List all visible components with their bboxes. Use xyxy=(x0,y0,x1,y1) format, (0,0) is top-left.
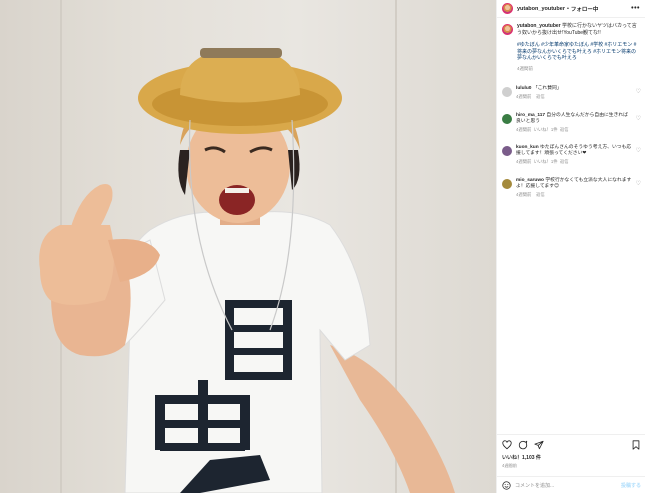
comment-username[interactable]: lululu0 xyxy=(516,86,531,91)
comment-time: 4週間前 xyxy=(516,127,532,133)
comment-username[interactable]: kuon_kun xyxy=(516,145,539,150)
comment-username[interactable]: hiro_ma_117 xyxy=(516,113,545,118)
separator-dot: • xyxy=(566,5,569,12)
caption-body: yutabon_youtuber 学校に行かないヤツはバカって言う奴いから抜け出… xyxy=(517,23,640,73)
comment-meta: 4週間前 返信 xyxy=(516,94,632,100)
avatar[interactable] xyxy=(502,146,512,156)
hat-band xyxy=(200,48,282,58)
comment-text: 「これ賛同」 xyxy=(532,86,562,91)
comment-like-icon[interactable]: ♡ xyxy=(636,147,641,154)
comment-meta: 4週間前 いいね！1件 返信 xyxy=(516,159,632,165)
comment-item: kuon_kun ゆたぼんさんのそうゆう考え方、いつも応援してます！頑張ってくだ… xyxy=(497,145,645,166)
post-sidebar: yutabon_youtuber • フォロー中 ••• yutabon_you… xyxy=(496,0,645,493)
likes-count[interactable]: いいね！1,103 件 xyxy=(502,454,641,461)
right-arm xyxy=(330,345,455,493)
post-date: 4週間前 xyxy=(502,463,517,468)
boy-illustration xyxy=(39,48,455,493)
header-username[interactable]: yutabon_youtuber xyxy=(517,6,565,12)
reply-button[interactable]: 返信 xyxy=(536,192,545,197)
comment-time: 4週間前 xyxy=(516,94,532,100)
comment-item: mio_saruwo 学校行かなくても立派な大人になれますよ！応援してます😊 4週… xyxy=(497,178,645,199)
post-comment-button[interactable]: 投稿する xyxy=(621,482,641,489)
comment-like-icon[interactable]: ♡ xyxy=(636,180,641,187)
avatar[interactable] xyxy=(502,114,512,124)
comment-body: lululu0 「これ賛同」 4週間前 返信 xyxy=(516,86,632,100)
caption-username[interactable]: yutabon_youtuber xyxy=(517,23,561,29)
reply-button[interactable]: 返信 xyxy=(560,127,569,132)
comment-body: mio_saruwo 学校行かなくても立派な大人になれますよ！応援してます😊 4週… xyxy=(516,178,632,199)
avatar[interactable] xyxy=(502,24,513,35)
comment-username[interactable]: mio_saruwo xyxy=(516,178,544,183)
share-icon[interactable] xyxy=(534,440,544,450)
reply-button[interactable]: 返信 xyxy=(536,94,545,99)
avatar[interactable] xyxy=(502,3,513,14)
comment-likes[interactable]: いいね！1件 xyxy=(534,127,558,132)
post-actions: いいね！1,103 件 4週間前 xyxy=(497,434,645,469)
more-options-icon[interactable]: ••• xyxy=(631,5,640,12)
caption-time: 4週間前 xyxy=(517,65,534,71)
avatar[interactable] xyxy=(502,87,512,97)
post-header: yutabon_youtuber • フォロー中 ••• xyxy=(497,0,645,18)
comment-time: 4週間前 xyxy=(516,159,532,165)
comment-body: hiro_ma_117 自分の人生なんだから自由に生きれば良いと思う 4週間前 い… xyxy=(516,113,632,134)
heart-icon[interactable] xyxy=(502,440,512,450)
comment-input[interactable]: コメントを追加... xyxy=(515,482,554,489)
comment-item: hiro_ma_117 自分の人生なんだから自由に生きれば良いと思う 4週間前 い… xyxy=(497,113,645,134)
post-caption: yutabon_youtuber 学校に行かないヤツはバカって言う奴いから抜け出… xyxy=(497,18,645,73)
smiley-icon[interactable] xyxy=(502,480,511,490)
fist xyxy=(39,225,114,305)
comment-like-icon[interactable]: ♡ xyxy=(636,88,641,95)
comment-time: 4週間前 xyxy=(516,192,532,198)
add-comment-bar: コメントを追加... 投稿する xyxy=(497,476,645,493)
caption-hashtags[interactable]: #ゆたぼん #少年革命家ゆたぼん #学校 #ホリエモン #将来の夢なんかいくらで… xyxy=(517,42,640,62)
comment-meta: 4週間前 いいね！1件 返信 xyxy=(516,127,632,133)
comment-likes[interactable]: いいね！1件 xyxy=(534,159,558,164)
comment-meta: 4週間前 返信 xyxy=(516,192,632,198)
teeth xyxy=(225,188,249,193)
comment-body: kuon_kun ゆたぼんさんのそうゆう考え方、いつも応援してます！頑張ってくだ… xyxy=(516,145,632,166)
reply-button[interactable]: 返信 xyxy=(560,159,569,164)
comment-icon[interactable] xyxy=(518,440,528,450)
following-button[interactable]: フォロー中 xyxy=(571,5,599,13)
comment-item: lululu0 「これ賛同」 4週間前 返信 ♡ xyxy=(497,86,645,100)
bookmark-icon[interactable] xyxy=(631,440,641,450)
comment-like-icon[interactable]: ♡ xyxy=(636,115,641,122)
post-photo xyxy=(0,0,496,493)
avatar[interactable] xyxy=(502,179,512,189)
